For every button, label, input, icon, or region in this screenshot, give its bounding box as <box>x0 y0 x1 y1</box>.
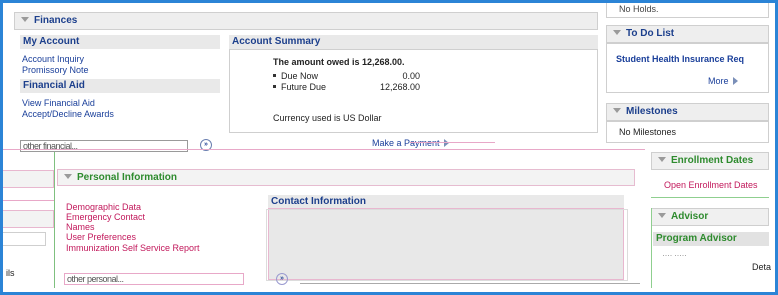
todo-more-label: More <box>708 76 729 86</box>
personal-go-button[interactable]: » <box>276 273 288 285</box>
advisor-border-left <box>651 208 652 288</box>
advisor-header[interactable]: Advisor <box>651 208 769 226</box>
collapse-triangle-icon[interactable] <box>613 30 621 35</box>
enrollment-divider <box>651 197 769 198</box>
left-panel-box-3 <box>0 232 46 246</box>
todo-more-link[interactable]: More <box>708 76 738 86</box>
advisor-name[interactable]: ···· ····· <box>662 250 687 260</box>
contact-information-label: Contact Information <box>271 196 366 207</box>
page-overlay-top <box>0 149 645 150</box>
left-panel-border <box>54 152 55 288</box>
my-account-title: My Account <box>20 35 220 49</box>
due-now-label: Due Now <box>281 71 319 81</box>
left-panel-box-1 <box>0 170 54 188</box>
collapse-triangle-icon[interactable] <box>658 213 666 218</box>
open-enrollment-dates-link[interactable]: Open Enrollment Dates <box>664 180 758 190</box>
left-panel-line <box>0 200 54 201</box>
view-financial-aid-link[interactable]: View Financial Aid <box>22 98 95 108</box>
bullet-icon <box>273 74 276 77</box>
personal-information-header[interactable]: Personal Information <box>57 169 635 186</box>
personal-information-header-label: Personal Information <box>77 172 178 183</box>
promissory-note-link[interactable]: Promissory Note <box>22 65 89 75</box>
financial-aid-title: Financial Aid <box>20 79 220 93</box>
immunization-report-link[interactable]: Immunization Self Service Report <box>66 243 200 253</box>
contact-information-inner <box>266 209 628 281</box>
emergency-contact-link[interactable]: Emergency Contact <box>66 212 145 222</box>
demographic-data-link[interactable]: Demographic Data <box>66 202 141 212</box>
todo-box <box>606 43 769 93</box>
account-summary-title: Account Summary <box>229 35 598 49</box>
overlay-bottom-line <box>300 283 640 284</box>
accept-decline-awards-link[interactable]: Accept/Decline Awards <box>22 109 114 119</box>
left-details-link[interactable]: ils <box>6 268 15 278</box>
arrow-right-icon <box>443 139 449 147</box>
currency-text: Currency used is US Dollar <box>273 113 382 123</box>
due-now-value: 0.00 <box>402 71 420 81</box>
arrow-right-icon <box>732 77 738 85</box>
contact-information-title: Contact Information <box>268 195 624 209</box>
milestones-header[interactable]: Milestones <box>606 103 769 121</box>
make-payment-link[interactable]: Make a Payment <box>372 138 449 148</box>
right-details-link[interactable]: Deta <box>752 262 771 272</box>
account-inquiry-link[interactable]: Account Inquiry <box>22 54 84 64</box>
future-due-value: 12,268.00 <box>379 82 420 92</box>
go-icon: » <box>204 141 208 148</box>
program-advisor-title: Program Advisor <box>653 232 769 246</box>
amount-owed-text: The amount owed is 12,268.00. <box>273 57 405 67</box>
milestones-header-label: Milestones <box>626 106 678 117</box>
milestones-text: No Milestones <box>619 127 677 137</box>
bullet-icon <box>273 85 276 88</box>
todo-header[interactable]: To Do List <box>606 25 769 43</box>
todo-header-label: To Do List <box>626 28 675 39</box>
holds-text: No Holds. <box>619 4 659 14</box>
advisor-header-label: Advisor <box>671 211 709 222</box>
collapse-triangle-icon[interactable] <box>613 108 621 113</box>
other-personal-select[interactable]: other personal... <box>64 273 244 285</box>
left-panel-box-2 <box>0 210 54 228</box>
future-due-label: Future Due <box>281 82 327 92</box>
overlay-line <box>410 142 495 143</box>
enrollment-dates-header-label: Enrollment Dates <box>671 155 754 166</box>
names-link[interactable]: Names <box>66 222 95 232</box>
collapse-triangle-icon[interactable] <box>64 174 72 179</box>
future-due-row: Future Due <box>273 82 326 92</box>
due-now-row: Due Now <box>273 71 318 81</box>
finances-header-label: Finances <box>34 15 78 26</box>
make-payment-label: Make a Payment <box>372 138 440 148</box>
go-icon: » <box>280 275 284 282</box>
collapse-triangle-icon[interactable] <box>658 157 666 162</box>
student-health-insurance-link[interactable]: Student Health Insurance Req <box>616 54 744 64</box>
program-advisor-label: Program Advisor <box>656 233 737 244</box>
other-financial-select[interactable]: other financial... <box>20 140 188 152</box>
user-preferences-link[interactable]: User Preferences <box>66 232 136 242</box>
enrollment-dates-header[interactable]: Enrollment Dates <box>651 152 769 170</box>
collapse-triangle-icon[interactable] <box>21 17 29 22</box>
finances-header[interactable]: Finances <box>14 12 598 30</box>
